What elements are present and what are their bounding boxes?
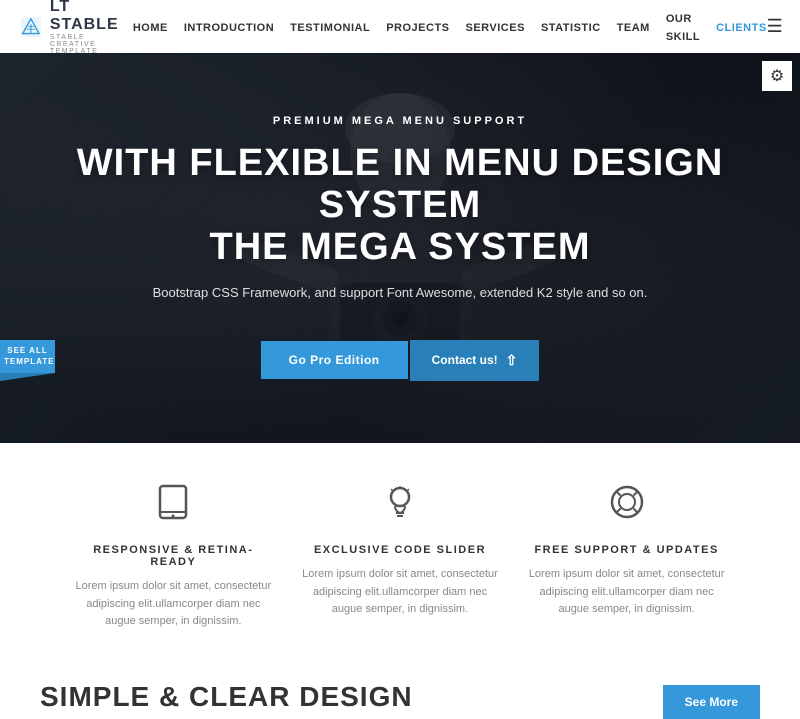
hero-subtitle: Bootstrap CSS Framework, and support Fon… xyxy=(153,285,648,300)
bottom-title: SIMPLE & CLEAR DESIGN xyxy=(40,681,413,713)
features-section: RESPONSIVE & RETINA-READY Lorem ipsum do… xyxy=(0,443,800,661)
hero-buttons: Go Pro Edition Contact us! ⇧ xyxy=(261,340,540,381)
bottom-section: SIMPLE & CLEAR DESIGN See More xyxy=(0,661,800,719)
hamburger-icon[interactable]: ☰ xyxy=(767,16,783,37)
contact-button[interactable]: Contact us! ⇧ xyxy=(410,340,540,381)
nav-link-introduction[interactable]: INTRODUCTION xyxy=(184,22,274,34)
nav-item-projects[interactable]: PROJECTS xyxy=(386,18,449,36)
feature-code-slider: EXCLUSIVE CODE SLIDER Lorem ipsum dolor … xyxy=(300,483,500,631)
nav-item-clients[interactable]: CLIENTS xyxy=(716,18,767,36)
chevron-up-icon: ⇧ xyxy=(506,352,518,369)
hero-content: PREMIUM MEGA MENU SUPPORT WITH FLEXIBLE … xyxy=(0,53,800,443)
bulb-icon xyxy=(381,483,419,530)
logo[interactable]: LT STABLE STABLE CREATIVE TEMPLATE xyxy=(20,0,133,55)
nav-link-home[interactable]: HOME xyxy=(133,22,168,34)
navbar: LT STABLE STABLE CREATIVE TEMPLATE HOME … xyxy=(0,0,800,53)
hero-title: WITH FLEXIBLE IN MENU DESIGN SYSTEM THE … xyxy=(40,143,760,268)
nav-link-testimonial[interactable]: TESTIMONIAL xyxy=(290,22,370,34)
nav-links: HOME INTRODUCTION TESTIMONIAL PROJECTS S… xyxy=(133,9,767,45)
brand-subtitle: STABLE CREATIVE TEMPLATE xyxy=(50,34,133,55)
nav-link-ourskill[interactable]: OUR SKILL xyxy=(666,13,700,43)
go-pro-button[interactable]: Go Pro Edition xyxy=(261,341,408,379)
hero-pretitle: PREMIUM MEGA MENU SUPPORT xyxy=(273,115,527,127)
feature-code-slider-title: EXCLUSIVE CODE SLIDER xyxy=(314,544,486,556)
nav-item-testimonial[interactable]: TESTIMONIAL xyxy=(290,18,370,36)
nav-item-introduction[interactable]: INTRODUCTION xyxy=(184,18,274,36)
hero-title-line2: THE MEGA SYSTEM xyxy=(210,226,591,268)
nav-link-clients[interactable]: CLIENTS xyxy=(716,22,767,34)
nav-item-home[interactable]: HOME xyxy=(133,18,168,36)
nav-link-statistic[interactable]: STATISTIC xyxy=(541,22,601,34)
gear-settings-button[interactable]: ⚙ xyxy=(762,61,792,91)
nav-item-services[interactable]: SERVICES xyxy=(466,18,525,36)
hero-section: PREMIUM MEGA MENU SUPPORT WITH FLEXIBLE … xyxy=(0,53,800,443)
feature-support-text: Lorem ipsum dolor sit amet, consectetur … xyxy=(527,566,727,619)
feature-responsive-title: RESPONSIVE & RETINA-READY xyxy=(73,544,273,568)
see-all-label: SEE ALL TEMPLATE xyxy=(4,346,55,365)
nav-item-statistic[interactable]: STATISTIC xyxy=(541,18,601,36)
brand-title: LT STABLE xyxy=(50,0,133,34)
logo-text: LT STABLE STABLE CREATIVE TEMPLATE xyxy=(50,0,133,55)
life-ring-icon xyxy=(608,483,646,530)
feature-responsive: RESPONSIVE & RETINA-READY Lorem ipsum do… xyxy=(73,483,273,631)
see-all-templates-badge[interactable]: SEE ALL TEMPLATE xyxy=(0,340,55,373)
life-ring-svg xyxy=(608,483,646,521)
nav-link-team[interactable]: TEAM xyxy=(617,22,650,34)
nav-item-ourskill[interactable]: OUR SKILL xyxy=(666,9,700,45)
tablet-svg xyxy=(154,483,192,521)
logo-icon xyxy=(20,9,42,45)
nav-link-projects[interactable]: PROJECTS xyxy=(386,22,449,34)
feature-support-title: FREE SUPPORT & UPDATES xyxy=(534,544,718,556)
feature-responsive-text: Lorem ipsum dolor sit amet, consectetur … xyxy=(73,578,273,631)
gear-icon: ⚙ xyxy=(770,66,784,86)
bulb-svg xyxy=(381,483,419,521)
hero-title-line1: WITH FLEXIBLE IN MENU DESIGN SYSTEM xyxy=(77,142,724,226)
nav-item-team[interactable]: TEAM xyxy=(617,18,650,36)
nav-link-services[interactable]: SERVICES xyxy=(466,22,525,34)
tablet-icon xyxy=(154,483,192,530)
feature-code-slider-text: Lorem ipsum dolor sit amet, consectetur … xyxy=(300,566,500,619)
see-more-button[interactable]: See More xyxy=(663,685,760,719)
feature-support: FREE SUPPORT & UPDATES Lorem ipsum dolor… xyxy=(527,483,727,631)
contact-button-label: Contact us! xyxy=(432,353,498,367)
